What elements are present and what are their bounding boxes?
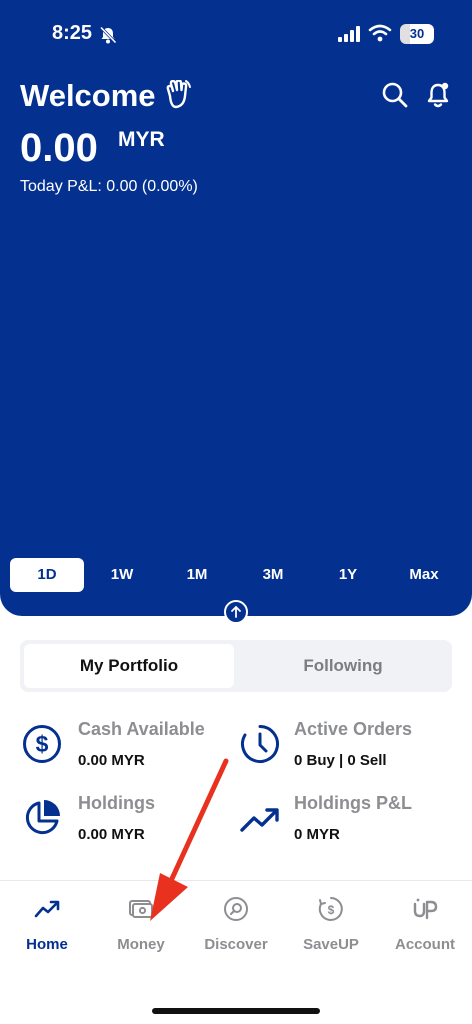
battery-level: 30	[409, 26, 425, 41]
waving-hand-icon	[166, 80, 191, 109]
nav-money-label: Money	[117, 936, 165, 953]
account-icon	[413, 898, 438, 920]
nav-saveup-label: SaveUP	[303, 936, 359, 953]
annotation-arrow-icon	[150, 758, 229, 921]
portfolio-balance: 0.00	[20, 126, 98, 170]
cash-available-value: 0.00 MYR	[78, 752, 145, 769]
nav-home-label: Home	[26, 936, 68, 953]
range-max[interactable]: Max	[387, 558, 461, 592]
time-range-selector: 1D 1W 1M 3M 1Y Max	[10, 558, 462, 592]
dollar-circle-icon: $	[23, 725, 61, 763]
nav-saveup[interactable]: $ SaveUP	[288, 890, 374, 960]
svg-text:$: $	[36, 731, 49, 757]
battery-fill	[400, 24, 411, 44]
tab-following[interactable]: Following	[238, 644, 448, 688]
portfolio-segmented-control: My Portfolio Following	[20, 640, 452, 692]
signal-icon	[338, 26, 360, 42]
nav-home[interactable]: Home	[4, 890, 90, 960]
range-1m[interactable]: 1M	[160, 558, 234, 592]
holdings-pnl-label: Holdings P&L	[294, 793, 412, 813]
home-indicator	[152, 1008, 320, 1014]
today-pnl: Today P&L: 0.00 (0.00%)	[20, 178, 198, 195]
battery-indicator: 30	[400, 24, 434, 44]
trend-up-icon	[34, 900, 60, 918]
arrow-up-icon	[231, 606, 241, 618]
holdings-value: 0.00 MYR	[78, 826, 145, 843]
wifi-icon	[368, 24, 392, 42]
saveup-icon: $	[318, 897, 343, 921]
range-1y[interactable]: 1Y	[311, 558, 385, 592]
tab-my-portfolio[interactable]: My Portfolio	[24, 644, 234, 688]
expand-chart-button[interactable]	[224, 600, 248, 624]
notification-bell-button[interactable]	[424, 80, 452, 110]
bell-off-icon	[99, 26, 117, 44]
active-orders-value: 0 Buy | 0 Sell	[294, 752, 387, 769]
svg-text:$: $	[328, 903, 335, 917]
clock-icon	[241, 725, 280, 763]
search-button[interactable]	[380, 80, 410, 110]
welcome-title: Welcome	[20, 78, 156, 113]
trend-up-icon	[240, 808, 279, 832]
range-1w[interactable]: 1W	[85, 558, 159, 592]
nav-discover-label: Discover	[204, 936, 268, 953]
range-1d[interactable]: 1D	[10, 558, 84, 592]
pie-chart-icon	[25, 800, 60, 835]
range-3m[interactable]: 3M	[236, 558, 310, 592]
active-orders-label: Active Orders	[294, 719, 413, 739]
holdings-pnl-value: 0 MYR	[294, 826, 340, 843]
cash-available-label: Cash Available	[78, 719, 205, 739]
status-time: 8:25	[52, 22, 93, 44]
status-bar: 8:25 30	[0, 0, 472, 70]
nav-account[interactable]: Account	[382, 890, 468, 960]
nav-account-label: Account	[395, 936, 455, 953]
balance-currency: MYR	[118, 128, 165, 151]
